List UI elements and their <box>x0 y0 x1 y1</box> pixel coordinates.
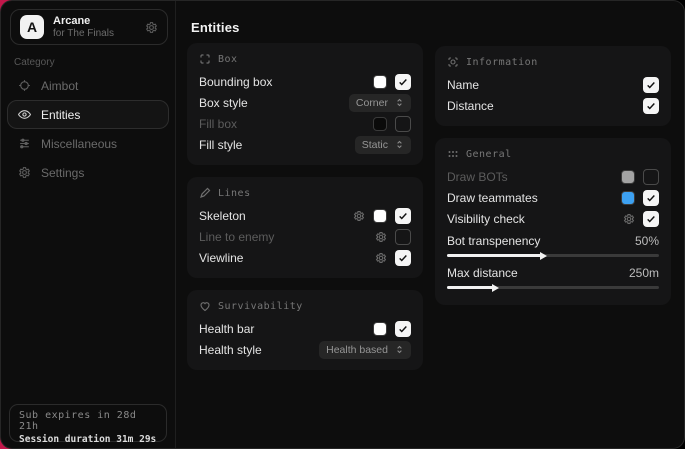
grid-dots-icon <box>447 148 459 160</box>
row-fill-box: Fill box <box>199 113 411 134</box>
panel-lines: Lines Skeleton Line to enemy <box>187 177 423 278</box>
panel-title: Survivability <box>218 301 303 312</box>
slider-thumb[interactable] <box>540 252 547 260</box>
chevron-up-down-icon <box>395 98 404 107</box>
color-swatch[interactable] <box>373 117 387 131</box>
checkbox-checked[interactable] <box>395 321 411 337</box>
box-style-dropdown[interactable]: Corner <box>349 94 411 112</box>
checkbox-unchecked[interactable] <box>395 116 411 132</box>
eye-icon <box>18 108 31 121</box>
max-distance-slider[interactable] <box>447 286 659 289</box>
checkbox-checked[interactable] <box>643 211 659 227</box>
row-skeleton: Skeleton <box>199 205 411 226</box>
health-style-dropdown[interactable]: Health based <box>319 341 411 359</box>
main-right-column: Information Name Distance <box>435 46 671 305</box>
row-line-to-enemy: Line to enemy <box>199 226 411 247</box>
page-title: Entities <box>191 20 240 35</box>
gear-icon[interactable] <box>375 231 387 243</box>
category-label: Category <box>14 57 55 68</box>
row-fill-style: Fill style Static <box>199 134 411 155</box>
heart-icon <box>199 300 211 312</box>
app-title: Arcane <box>53 15 136 28</box>
color-swatch[interactable] <box>621 191 635 205</box>
chevron-up-down-icon <box>395 140 404 149</box>
scan-icon <box>447 56 459 68</box>
row-distance: Distance <box>447 95 659 116</box>
sidebar-item-settings[interactable]: Settings <box>7 158 169 187</box>
brand-gear-icon[interactable] <box>145 21 158 34</box>
row-viewline: Viewline <box>199 247 411 268</box>
slider-thumb[interactable] <box>492 284 499 292</box>
color-swatch[interactable] <box>373 322 387 336</box>
sidebar-item-entities[interactable]: Entities <box>7 100 169 129</box>
main-left-column: Box Bounding box Box style Corner <box>187 43 423 370</box>
corner-brackets-icon <box>199 53 211 65</box>
panel-survivability: Survivability Health bar Health style He… <box>187 290 423 370</box>
app-window: A Arcane for The Finals Category Aimbot <box>0 0 685 449</box>
app-logo: A <box>20 15 44 39</box>
color-swatch[interactable] <box>621 170 635 184</box>
sidebar: A Arcane for The Finals Category Aimbot <box>1 1 176 448</box>
panel-title: Information <box>466 57 538 68</box>
sidebar-nav: Aimbot Entities Miscellaneous Settings <box>7 71 169 187</box>
sub-expiry-text: Sub expires in 28d 21h <box>19 410 157 432</box>
pencil-icon <box>199 187 211 199</box>
gear-icon[interactable] <box>353 210 365 222</box>
row-name: Name <box>447 74 659 95</box>
row-bounding-box: Bounding box <box>199 71 411 92</box>
gear-icon[interactable] <box>375 252 387 264</box>
checkbox-unchecked[interactable] <box>643 169 659 185</box>
row-visibility-check: Visibility check <box>447 208 659 229</box>
subscription-card: Sub expires in 28d 21h Session duration … <box>9 404 167 442</box>
checkbox-checked[interactable] <box>395 208 411 224</box>
bot-transparency-group: Bot transpenency 50% <box>447 231 659 257</box>
max-distance-group: Max distance 250m <box>447 263 659 289</box>
row-draw-teammates: Draw teammates <box>447 187 659 208</box>
app-subtitle: for The Finals <box>53 28 136 40</box>
brand-card[interactable]: A Arcane for The Finals <box>10 9 168 45</box>
bot-transparency-slider[interactable] <box>447 254 659 257</box>
max-distance-value: 250m <box>629 266 659 280</box>
sidebar-item-aimbot[interactable]: Aimbot <box>7 71 169 100</box>
color-swatch[interactable] <box>373 75 387 89</box>
row-box-style: Box style Corner <box>199 92 411 113</box>
checkbox-checked[interactable] <box>643 98 659 114</box>
checkbox-checked[interactable] <box>395 250 411 266</box>
bot-transparency-value: 50% <box>635 234 659 248</box>
row-draw-bots: Draw BOTs <box>447 166 659 187</box>
checkbox-checked[interactable] <box>643 77 659 93</box>
sidebar-item-label: Entities <box>41 108 80 122</box>
checkbox-checked[interactable] <box>395 74 411 90</box>
chevron-up-down-icon <box>395 345 404 354</box>
panel-title: Lines <box>218 188 251 199</box>
panel-information: Information Name Distance <box>435 46 671 126</box>
panel-title: Box <box>218 54 238 65</box>
row-health-bar: Health bar <box>199 318 411 339</box>
checkbox-unchecked[interactable] <box>395 229 411 245</box>
sidebar-item-miscellaneous[interactable]: Miscellaneous <box>7 129 169 158</box>
sidebar-item-label: Miscellaneous <box>41 137 117 151</box>
row-health-style: Health style Health based <box>199 339 411 360</box>
sidebar-item-label: Settings <box>41 166 84 180</box>
checkbox-checked[interactable] <box>643 190 659 206</box>
panel-box: Box Bounding box Box style Corner <box>187 43 423 165</box>
crosshair-icon <box>18 79 31 92</box>
sidebar-item-label: Aimbot <box>41 79 78 93</box>
panel-title: General <box>466 149 512 160</box>
fill-style-dropdown[interactable]: Static <box>355 136 411 154</box>
session-duration-text: Session duration 31m 29s <box>19 434 157 445</box>
panel-general: General Draw BOTs Draw teammates <box>435 138 671 305</box>
sliders-icon <box>18 137 31 150</box>
gear-icon <box>18 166 31 179</box>
gear-icon[interactable] <box>623 213 635 225</box>
color-swatch[interactable] <box>373 209 387 223</box>
